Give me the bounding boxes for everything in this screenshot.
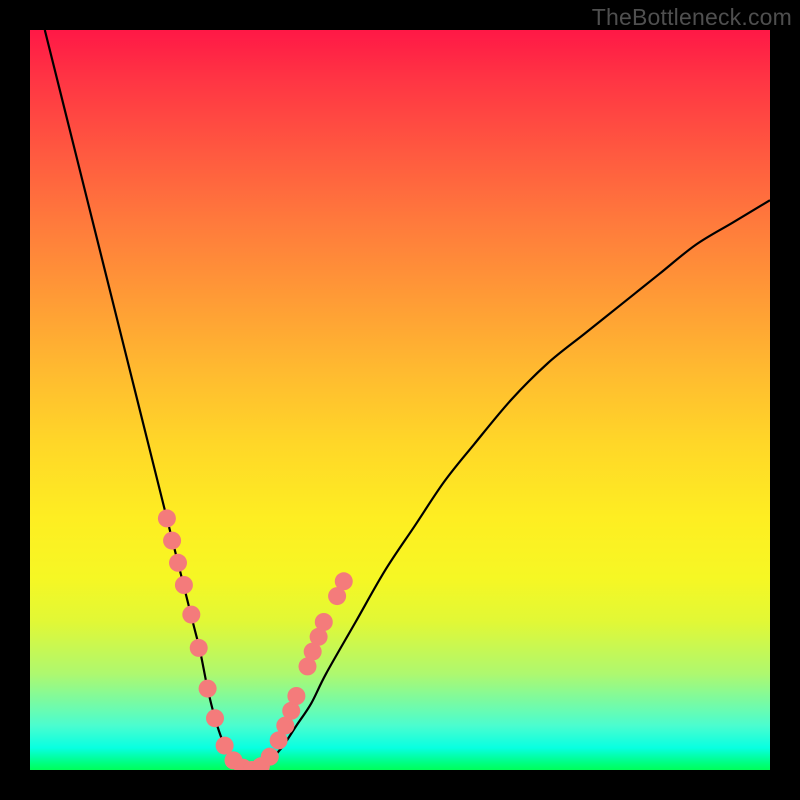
curve-dot bbox=[190, 639, 208, 657]
curve-dot bbox=[199, 680, 217, 698]
curve-dot bbox=[158, 509, 176, 527]
curve-dot bbox=[163, 532, 181, 550]
curve-dot bbox=[169, 554, 187, 572]
plot-area bbox=[30, 30, 770, 770]
bottleneck-curve bbox=[45, 30, 770, 770]
curve-dot bbox=[206, 709, 224, 727]
curve-dot bbox=[261, 748, 279, 766]
curve-dot bbox=[175, 576, 193, 594]
chart-svg bbox=[30, 30, 770, 770]
chart-frame: TheBottleneck.com bbox=[0, 0, 800, 800]
curve-dot bbox=[335, 572, 353, 590]
curve-dot bbox=[182, 606, 200, 624]
curve-dot bbox=[287, 687, 305, 705]
curve-dots-group bbox=[158, 509, 353, 770]
curve-dot bbox=[315, 613, 333, 631]
watermark-text: TheBottleneck.com bbox=[592, 4, 792, 31]
